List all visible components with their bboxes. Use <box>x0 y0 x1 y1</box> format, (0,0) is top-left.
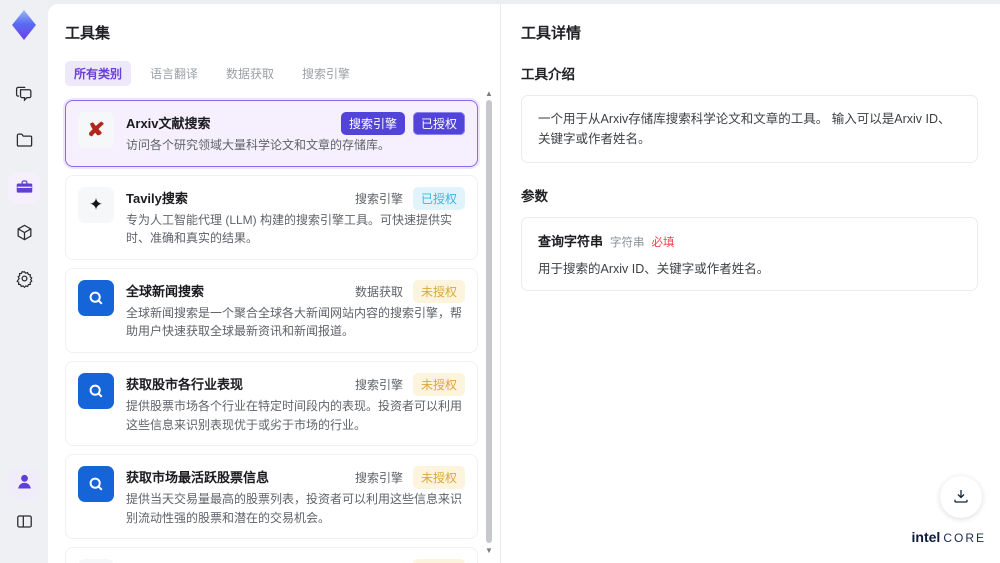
scroll-down-arrow[interactable]: ▼ <box>485 547 493 555</box>
tool-card[interactable]: ✘ Arxiv文献搜索 访问各个研究领域大量科学论文和文章的存储库。 搜索引擎 … <box>65 100 478 167</box>
sidebar-item-files[interactable] <box>8 126 40 158</box>
stock-search-icon <box>78 372 114 409</box>
tool-tags: 搜索引擎 未授权 <box>353 372 465 396</box>
tool-card[interactable]: ✦ Tavily搜索 专为人工智能代理 (LLM) 构建的搜索引擎工具。可快速提… <box>65 174 478 260</box>
tool-tags: 搜索引擎 未授权 <box>353 466 465 490</box>
tool-tags: 搜索引擎 已授权 <box>340 112 465 135</box>
list-scrollbar[interactable]: ▲ ▼ <box>485 90 493 555</box>
sparkle-icon: ✦ <box>78 186 114 223</box>
tool-card[interactable]: 获取股市各行业表现 提供股票市场各个行业在特定时间段内的表现。投资者可以利用这些… <box>65 360 478 447</box>
tool-category-tag: 搜索引擎 <box>354 471 403 486</box>
tool-description: 专为人工智能代理 (LLM) 构建的搜索引擎工具。可快速提供实时、准确和真实的结… <box>126 212 453 246</box>
tool-auth-badge: 已授权 <box>412 186 465 210</box>
tools-panel: 工具集 所有类别 语言翻译 数据获取 搜索引擎 ✘ Arxiv文献搜索 访问各个研究领… <box>48 4 500 563</box>
sidebar-item-collapse[interactable] <box>8 507 40 539</box>
tool-card[interactable]: 万维地区新闻查询 查询具体行政区划内的新闻，快速了解各地新闻动 搜索引擎 未授权 <box>65 547 478 563</box>
sidebar-item-account[interactable] <box>8 467 40 499</box>
parameter-item: 查询字符串 字符串 必填 用于搜索的Arxiv ID、关键字或作者姓名。 <box>521 217 978 291</box>
tab-search[interactable]: 搜索引擎 <box>293 61 359 86</box>
tool-tags: 搜索引擎 已授权 <box>353 186 465 210</box>
parameter-name: 查询字符串 <box>538 234 604 249</box>
tool-detail-panel: 工具详情 工具介绍 一个用于从Arxiv存储库搜索科学论文和文章的工具。 输入可… <box>500 4 1000 563</box>
tab-all[interactable]: 所有类别 <box>65 61 132 86</box>
toolbox-icon <box>15 177 34 199</box>
tool-auth-badge: 未授权 <box>412 559 465 563</box>
stock-search-icon <box>78 466 114 503</box>
tab-translation[interactable]: 语言翻译 <box>141 61 207 86</box>
sidebar-item-models[interactable] <box>8 218 40 250</box>
tool-auth-badge: 已授权 <box>412 112 465 135</box>
scroll-up-arrow[interactable]: ▲ <box>485 90 493 98</box>
intel-core-logo: intel core <box>912 529 986 545</box>
scrollbar-thumb[interactable] <box>486 100 492 543</box>
tool-description: 全球新闻搜索是一个聚合全球各大新闻网站内容的搜索引擎，帮助用户快速获取全球最新资… <box>126 305 463 339</box>
download-button[interactable] <box>940 476 982 518</box>
intro-heading: 工具介绍 <box>521 67 575 82</box>
tool-card[interactable]: 全球新闻搜索 全球新闻搜索是一个聚合全球各大新闻网站内容的搜索引擎，帮助用户快速… <box>65 267 478 353</box>
tools-panel-title: 工具集 <box>65 25 111 42</box>
news-search-icon <box>78 279 114 316</box>
tool-description: 提供股票市场各个行业在特定时间段内的表现。投资者可以利用这些信息来识别表现优于或… <box>126 398 463 432</box>
tool-category-tag: 搜索引擎 <box>354 377 403 392</box>
sidebar-item-settings[interactable] <box>8 264 40 296</box>
user-icon <box>15 472 34 494</box>
cube-icon <box>15 223 34 245</box>
sidebar-item-tools[interactable] <box>8 172 40 204</box>
chat-icon <box>15 85 34 107</box>
tool-description: 访问各个研究领域大量科学论文和文章的存储库。 <box>126 138 391 152</box>
tool-auth-badge: 未授权 <box>412 466 465 490</box>
newspaper-icon <box>78 559 114 563</box>
tool-category-tag: 搜索引擎 <box>354 191 403 206</box>
tool-category-tag: 搜索引擎 <box>353 559 405 563</box>
panel-toggle-icon <box>15 512 34 534</box>
tool-auth-badge: 未授权 <box>412 279 465 303</box>
main-content: 工具集 所有类别 语言翻译 数据获取 搜索引擎 ✘ Arxiv文献搜索 访问各个研究领… <box>48 4 1000 563</box>
tool-category-tag: 数据获取 <box>354 284 403 299</box>
sidebar-rail <box>0 0 48 563</box>
tab-data[interactable]: 数据获取 <box>217 61 283 86</box>
tool-category-tag: 搜索引擎 <box>340 112 405 135</box>
download-icon <box>952 487 970 508</box>
folder-icon <box>15 131 34 153</box>
app-logo-gem-icon <box>12 10 36 40</box>
parameter-required-badge: 必填 <box>651 237 675 249</box>
tool-tags: 搜索引擎 未授权 <box>353 559 465 563</box>
tool-auth-badge: 未授权 <box>412 372 465 396</box>
params-heading: 参数 <box>521 189 548 204</box>
brand-intel-text: intel <box>911 529 941 545</box>
parameter-description: 用于搜索的Arxiv ID、关键字或作者姓名。 <box>538 262 770 276</box>
tool-tags: 数据获取 未授权 <box>353 279 465 303</box>
tool-list: ✘ Arxiv文献搜索 访问各个研究领域大量科学论文和文章的存储库。 搜索引擎 … <box>65 100 478 563</box>
detail-panel-title: 工具详情 <box>521 25 582 42</box>
arxiv-logo-icon: ✘ <box>78 112 114 148</box>
category-tabs: 所有类别 语言翻译 数据获取 搜索引擎 <box>65 61 478 86</box>
tool-description: 提供当天交易量最高的股票列表，投资者可以利用这些信息来识别流动性强的股票和潜在的… <box>126 492 463 525</box>
sidebar-item-chat[interactable] <box>8 80 40 112</box>
parameter-type: 字符串 <box>610 237 645 249</box>
settings-icon <box>15 269 34 291</box>
tool-intro-text: 一个用于从Arxiv存储库搜索科学论文和文章的工具。 输入可以是Arxiv ID… <box>521 95 978 163</box>
brand-core-text: core <box>943 531 986 545</box>
tool-card[interactable]: 获取市场最活跃股票信息 提供当天交易量最高的股票列表，投资者可以利用这些信息来识… <box>65 454 478 540</box>
